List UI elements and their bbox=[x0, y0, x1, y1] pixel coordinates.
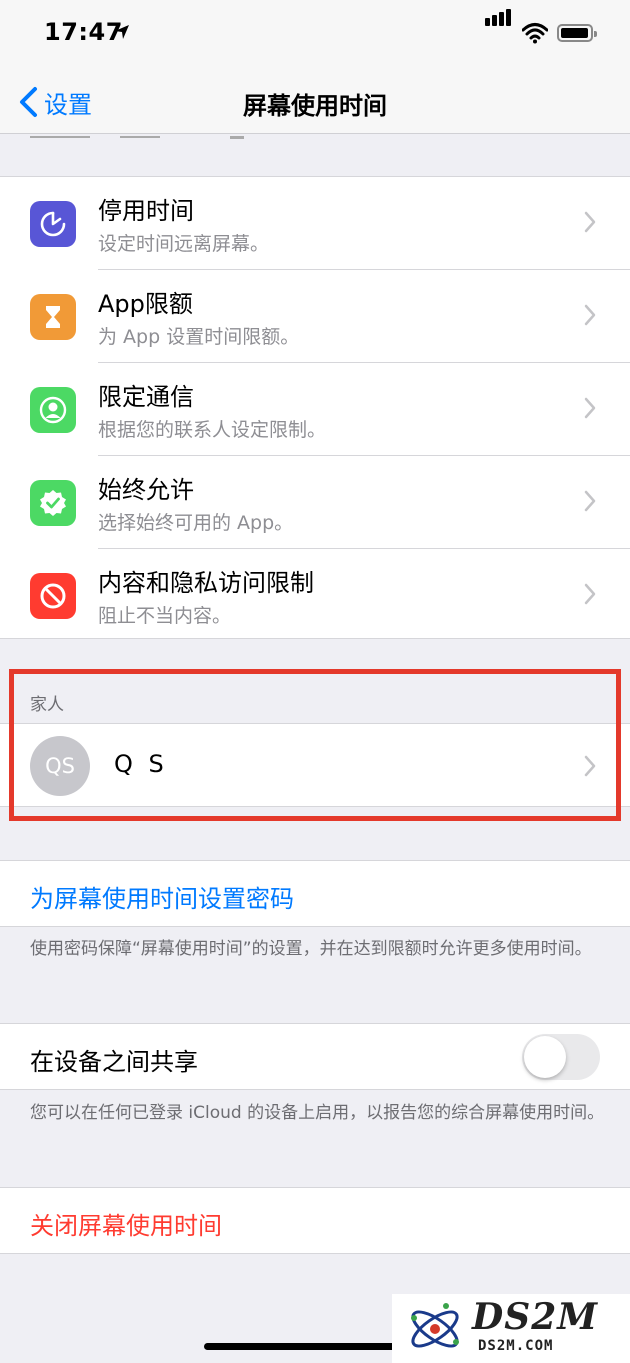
downtime-icon bbox=[30, 201, 76, 247]
set-passcode-button[interactable]: 为屏幕使用时间设置密码 bbox=[0, 860, 630, 927]
row-title: 始终允许 bbox=[98, 476, 194, 504]
location-arrow-icon bbox=[115, 25, 129, 39]
row-content-privacy-restrictions[interactable]: 内容和隐私访问限制 阻止不当内容。 bbox=[0, 549, 630, 642]
navigation-bar: 设置 屏幕使用时间 bbox=[0, 70, 630, 134]
turn-off-screen-time-label: 关闭屏幕使用时间 bbox=[30, 1212, 222, 1240]
chevron-right-icon bbox=[584, 490, 596, 512]
set-passcode-label: 为屏幕使用时间设置密码 bbox=[30, 885, 294, 913]
atom-logo-icon bbox=[411, 1303, 459, 1348]
chevron-right-icon bbox=[584, 397, 596, 419]
share-footer-text: 您可以在任何已登录 iCloud 的设备上启用，以报告您的综合屏幕使用时间。 bbox=[30, 1103, 605, 1123]
passcode-footer-text: 使用密码保障“屏幕使用时间”的设置，并在达到限额时允许更多使用时间。 bbox=[30, 939, 592, 959]
watermark-brand: DS2M bbox=[472, 1296, 599, 1338]
share-across-devices-label: 在设备之间共享 bbox=[30, 1048, 198, 1076]
chevron-right-icon bbox=[584, 755, 596, 777]
row-subtitle: 选择始终可用的 App。 bbox=[98, 512, 294, 534]
chevron-right-icon bbox=[584, 211, 596, 233]
watermark-url: DS2M.COM bbox=[478, 1338, 554, 1354]
row-title: 内容和隐私访问限制 bbox=[98, 569, 314, 597]
checkmark-badge-icon bbox=[30, 480, 76, 526]
family-section-header: 家人 bbox=[30, 695, 64, 715]
chevron-right-icon bbox=[584, 304, 596, 326]
turn-off-screen-time-button[interactable]: 关闭屏幕使用时间 bbox=[0, 1187, 630, 1254]
row-subtitle: 根据您的联系人设定限制。 bbox=[98, 419, 327, 441]
contact-icon bbox=[30, 387, 76, 433]
restriction-icon bbox=[30, 573, 76, 619]
hourglass-icon bbox=[30, 294, 76, 340]
row-downtime[interactable]: 停用时间 设定时间远离屏幕。 bbox=[0, 177, 630, 270]
share-across-devices-row: 在设备之间共享 bbox=[0, 1023, 630, 1090]
screen-time-settings-list: 停用时间 设定时间远离屏幕。 App限额 为 App 设置时间限额。 限定通信 … bbox=[0, 176, 630, 639]
row-subtitle: 设定时间远离屏幕。 bbox=[98, 233, 270, 255]
toggle-knob bbox=[524, 1036, 566, 1078]
family-member-name: Q S bbox=[114, 750, 168, 778]
row-always-allowed[interactable]: 始终允许 选择始终可用的 App。 bbox=[0, 456, 630, 549]
row-app-limits[interactable]: App限额 为 App 设置时间限额。 bbox=[0, 270, 630, 363]
scrolled-content-remnant bbox=[30, 136, 244, 139]
status-time: 17:47 bbox=[44, 18, 123, 46]
page-title: 屏幕使用时间 bbox=[243, 92, 387, 120]
row-communication-limits[interactable]: 限定通信 根据您的联系人设定限制。 bbox=[0, 363, 630, 456]
row-title: App限额 bbox=[98, 290, 193, 318]
watermark: DS2M DS2M.COM bbox=[392, 1294, 630, 1363]
row-title: 限定通信 bbox=[98, 383, 194, 411]
row-subtitle: 阻止不当内容。 bbox=[98, 605, 232, 627]
status-bar: 17:47 bbox=[0, 0, 630, 70]
avatar: QS bbox=[30, 736, 90, 796]
row-title: 停用时间 bbox=[98, 197, 194, 225]
row-subtitle: 为 App 设置时间限额。 bbox=[98, 326, 300, 348]
chevron-right-icon bbox=[584, 583, 596, 605]
share-across-devices-toggle[interactable] bbox=[522, 1034, 600, 1080]
family-member-row[interactable]: QS Q S bbox=[0, 723, 630, 807]
battery-icon bbox=[557, 24, 597, 42]
wifi-icon bbox=[522, 23, 548, 44]
